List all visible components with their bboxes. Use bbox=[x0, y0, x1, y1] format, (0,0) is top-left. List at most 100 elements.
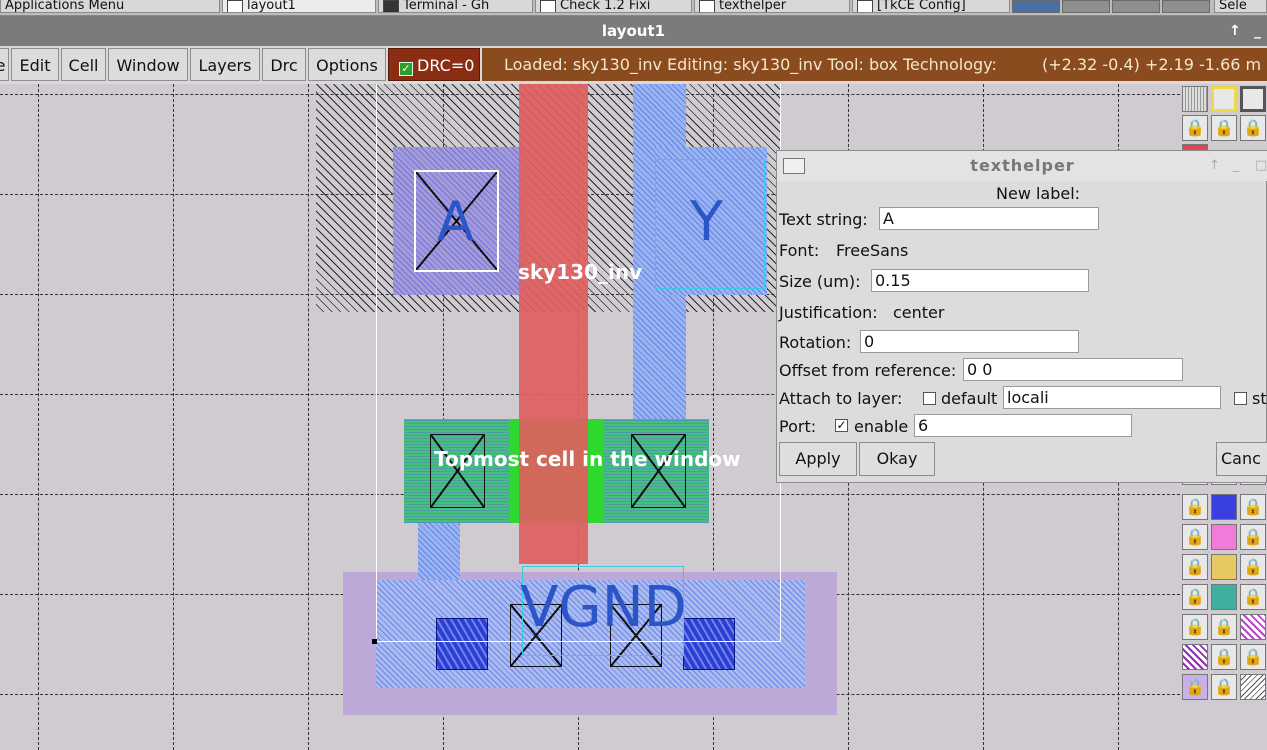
grid-line bbox=[173, 84, 174, 750]
menu-layers[interactable]: Layers bbox=[190, 48, 260, 81]
box-corner-marker bbox=[372, 639, 377, 644]
layer-mcon[interactable] bbox=[1211, 494, 1237, 520]
lock-icon[interactable]: 🔒 bbox=[1182, 494, 1208, 520]
cancel-button[interactable]: Canc bbox=[1216, 442, 1267, 476]
window-menu-icon[interactable] bbox=[783, 158, 805, 174]
menu-options[interactable]: Options bbox=[308, 48, 386, 81]
window-icon bbox=[699, 0, 715, 12]
taskbar-item-layout1[interactable]: layout1 bbox=[222, 0, 376, 13]
taskbar-item-tkcon[interactable]: [TkCE Config] bbox=[852, 0, 1010, 13]
taskbar-item-label: Check 1.2 Fixi bbox=[560, 0, 651, 13]
dialog-titlebar: texthelper ↑ _ □ bbox=[777, 151, 1267, 181]
label-y: Y bbox=[690, 190, 723, 253]
offset-input[interactable]: 0 0 bbox=[963, 358, 1183, 381]
lock-icon[interactable]: 🔒 bbox=[1240, 584, 1266, 610]
lock-icon[interactable]: 🔒 bbox=[1182, 524, 1208, 550]
layer-input[interactable]: locali bbox=[1003, 386, 1221, 409]
lock-icon[interactable]: 🔒 bbox=[1211, 115, 1237, 141]
menu-label: Options bbox=[316, 56, 378, 75]
taskbar-item-label: layout1 bbox=[247, 0, 296, 13]
taskbar-item-label: Terminal - Gh bbox=[403, 0, 490, 13]
status-text: Loaded: sky130_inv Editing: sky130_inv T… bbox=[504, 55, 997, 74]
maximize-icon[interactable]: ↑ bbox=[1229, 16, 1241, 46]
apply-button[interactable]: Apply bbox=[779, 442, 857, 476]
justification-value[interactable]: center bbox=[893, 303, 944, 322]
layer-ndiff[interactable] bbox=[1211, 554, 1237, 580]
lock-icon[interactable]: 🔒 bbox=[1182, 115, 1208, 141]
close-icon[interactable]: □ bbox=[1255, 151, 1267, 181]
lock-icon[interactable]: 🔒 bbox=[1240, 524, 1266, 550]
taskbar-item-label: texthelper bbox=[719, 0, 787, 13]
taskbar-item-check[interactable]: Check 1.2 Fixi bbox=[535, 0, 692, 13]
menu-file[interactable]: e bbox=[0, 48, 9, 81]
menu-window[interactable]: Window bbox=[108, 48, 188, 81]
dialog-title: texthelper bbox=[970, 156, 1075, 175]
window-icon bbox=[227, 0, 243, 12]
lock-icon[interactable]: 🔒 bbox=[1240, 554, 1266, 580]
new-label-heading: New label: bbox=[996, 184, 1081, 203]
lock-icon[interactable]: 🔒 bbox=[1211, 674, 1237, 700]
lock-icon[interactable]: 🔒 bbox=[1240, 115, 1266, 141]
size-label: Size (um): bbox=[779, 272, 861, 291]
default-checkbox[interactable] bbox=[923, 392, 936, 405]
window-titlebar: layout1 ↑ _ bbox=[0, 16, 1267, 46]
menu-drc[interactable]: Drc bbox=[262, 48, 306, 81]
workspace-3[interactable] bbox=[1112, 0, 1160, 13]
layer-cell[interactable] bbox=[1240, 86, 1266, 112]
lock-icon[interactable]: 🔒 bbox=[1211, 614, 1237, 640]
taskbar-item-texthelper[interactable]: texthelper bbox=[694, 0, 850, 13]
taskbar: Applications Menu layout1 Terminal - Gh … bbox=[0, 0, 1267, 16]
text-string-input[interactable]: A bbox=[879, 207, 1099, 230]
layer-pdiff[interactable] bbox=[1211, 524, 1237, 550]
menu-cell[interactable]: Cell bbox=[61, 48, 106, 81]
layer-diff[interactable] bbox=[1211, 584, 1237, 610]
layer-pwell[interactable] bbox=[1182, 644, 1208, 670]
sticky-checkbox[interactable] bbox=[1234, 392, 1247, 405]
menu-label: Layers bbox=[198, 56, 252, 75]
taskbar-item-label: [TkCE Config] bbox=[877, 0, 966, 13]
lock-icon[interactable]: 🔒 bbox=[1182, 614, 1208, 640]
menu-label: Window bbox=[116, 56, 180, 75]
layer-nwell[interactable] bbox=[1240, 614, 1266, 640]
layer-grid[interactable] bbox=[1182, 86, 1208, 112]
menu-label: Drc bbox=[270, 56, 298, 75]
lock-icon[interactable]: 🔒 bbox=[1211, 644, 1237, 670]
taskbar-select-button[interactable]: Sele bbox=[1214, 0, 1267, 13]
sticky-label: st bbox=[1252, 389, 1267, 408]
offset-label: Offset from reference: bbox=[779, 361, 957, 380]
default-label: default bbox=[941, 389, 998, 408]
font-value[interactable]: FreeSans bbox=[836, 241, 908, 260]
grid-line bbox=[38, 84, 39, 750]
cursor-coordinates: (+2.32 -0.4) +2.19 -1.66 m bbox=[1042, 55, 1262, 74]
window-icon bbox=[857, 0, 873, 12]
rotation-input[interactable]: 0 bbox=[860, 330, 1079, 353]
drc-toggle[interactable]: ✓ DRC=0 bbox=[388, 48, 480, 81]
taskbar-applications-menu[interactable]: Applications Menu bbox=[0, 0, 220, 13]
lock-icon[interactable]: 🔒 bbox=[1182, 674, 1208, 700]
size-input[interactable]: 0.15 bbox=[871, 269, 1089, 292]
window-icon bbox=[540, 0, 556, 12]
lock-icon[interactable]: 🔒 bbox=[1182, 554, 1208, 580]
lock-icon[interactable]: 🔒 bbox=[1182, 584, 1208, 610]
workspace-2[interactable] bbox=[1062, 0, 1110, 13]
lock-icon[interactable]: 🔒 bbox=[1240, 644, 1266, 670]
taskbar-item-terminal[interactable]: Terminal - Gh bbox=[378, 0, 533, 13]
layer-comment[interactable] bbox=[1240, 674, 1266, 700]
rotation-label: Rotation: bbox=[779, 333, 852, 352]
texthelper-dialog: texthelper ↑ _ □ New label: Text string:… bbox=[776, 150, 1267, 483]
port-label: Port: bbox=[779, 417, 817, 436]
enable-checkbox[interactable]: ✓ bbox=[835, 419, 848, 432]
port-index-input[interactable]: 6 bbox=[914, 414, 1132, 437]
workspace-4[interactable] bbox=[1162, 0, 1210, 13]
workspace-1[interactable] bbox=[1012, 0, 1060, 13]
drc-label: DRC=0 bbox=[417, 56, 475, 75]
layer-box[interactable] bbox=[1211, 86, 1237, 112]
terminal-icon bbox=[383, 0, 399, 12]
menu-edit[interactable]: Edit bbox=[11, 48, 59, 81]
minimize-icon[interactable]: _ bbox=[1254, 16, 1261, 46]
minimize-icon[interactable]: _ bbox=[1233, 151, 1241, 181]
cell-name-label: sky130_inv bbox=[518, 260, 643, 284]
okay-button[interactable]: Okay bbox=[859, 442, 935, 476]
lock-icon[interactable]: 🔒 bbox=[1240, 494, 1266, 520]
maximize-icon[interactable]: ↑ bbox=[1209, 151, 1221, 181]
